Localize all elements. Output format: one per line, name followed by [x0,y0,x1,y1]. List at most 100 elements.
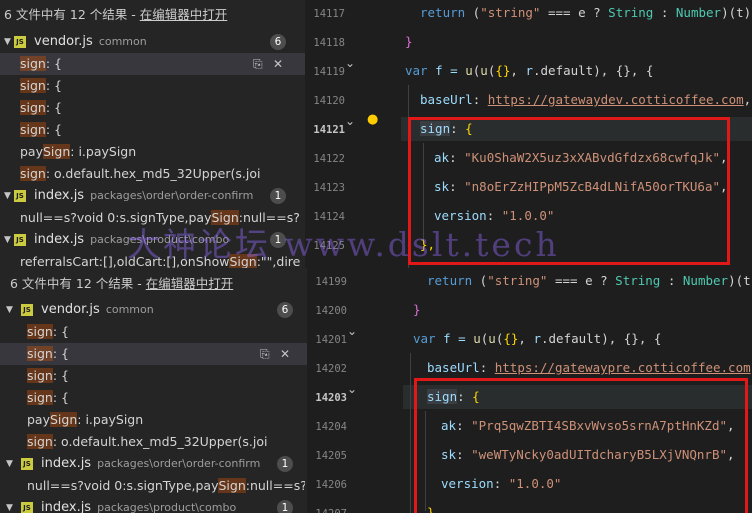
file-path: common [98,35,147,48]
line-number: 14118 [313,37,345,49]
file-row-combo[interactable]: ▼ JS index.js packages\product\combo 1 [0,497,307,513]
match-text: null==s?void 0:s.signType,paySign:null==… [20,210,300,225]
line-number: 14207 [307,508,347,513]
file-name: index.js packages\order\order-confirm [34,188,254,203]
line-number: 14125 [313,240,345,252]
search-summary-text: 6 文件中有 12 个结果 - [10,276,146,291]
search-summary: 6 文件中有 12 个结果 - 在编辑器中打开 [10,273,233,292]
match-row[interactable]: sign: { [0,119,305,141]
line-number-gutter: 14117 14118 14119 14120 14121 14122 14123 14124… [305,0,401,268]
chevron-down-icon[interactable]: ▼ [4,31,11,53]
match-text: sign: { [20,100,62,115]
match-text: sign: { [20,78,62,93]
line-number: 14205 [315,450,347,462]
match-text: referralsCart:[],oldCart:[],onShowSign:"… [20,254,300,268]
red-highlight-box [414,378,748,513]
code-editor[interactable]: 14117 14118 14119 14120 14121 14122 14123 14124… [305,0,752,268]
replace-copy-icon[interactable]: ⎘ [260,343,270,365]
match-row[interactable]: paySign: i.paySign [0,409,307,431]
file-row-order-confirm[interactable]: ▼ JS index.js packages\order\order-confir… [0,453,307,475]
match-row[interactable]: sign: { [0,387,307,409]
code-line: return ("string" === e ? String : Number… [427,273,752,288]
top-screenshot-panel: 6 文件中有 12 个结果 - 在编辑器中打开 ▼ JS vendor.js co… [0,0,752,268]
line-number: 14121 [313,124,345,136]
line-number: 14117 [313,8,345,20]
match-count-badge: 1 [277,456,293,472]
line-number: 14123 [313,182,345,194]
match-text: null==s?void 0:s.signType,paySign:null==… [27,478,305,493]
match-row[interactable]: sign: o.default.hex_md5_32Upper(s.join("… [0,163,305,185]
line-number: 14122 [313,153,345,165]
chevron-down-icon[interactable]: ▼ [6,497,13,513]
file-path: packages\order\order-confirm [90,189,254,202]
match-count-badge: 1 [270,232,286,248]
match-text: sign: o.default.hex_md5_32Upper(s.join("… [27,434,267,449]
match-count-badge: 1 [270,188,286,204]
js-file-icon: JS [14,36,26,48]
indent-guide [410,353,411,513]
match-row[interactable]: sign: { [0,97,305,119]
file-name: vendor.js common [34,34,147,49]
match-row[interactable]: sign: {⎘ ✕ [0,343,307,365]
fold-chevron-icon[interactable]: ⌄ [345,114,355,128]
match-text: paySign: i.paySign [20,144,137,159]
js-file-icon: JS [14,234,26,246]
chevron-down-icon[interactable]: ▼ [6,299,13,321]
search-summary: 6 文件中有 12 个结果 - 在编辑器中打开 [4,4,227,23]
file-row-vendor[interactable]: ▼ JS vendor.js common 6 [0,31,305,53]
match-row[interactable]: sign: { [0,365,307,387]
match-row[interactable]: sign: { [0,321,307,343]
file-row-order-confirm[interactable]: ▼ JS index.js packages\order\order-confir… [0,185,305,207]
file-row-combo[interactable]: ▼ JS index.js packages\product\combo 1 [0,229,305,251]
chevron-down-icon[interactable]: ▼ [6,453,13,475]
line-number: 14202 [315,363,347,375]
match-text: paySign: i.paySign [27,412,144,427]
match-text: sign: { [27,368,69,383]
match-row[interactable]: sign: { ⎘ ✕ [0,53,305,75]
match-text: sign: { [27,390,69,405]
file-path: common [105,303,154,316]
file-path: packages\product\combo [97,501,237,513]
file-name: index.js packages\order\order-confirm [41,456,261,471]
open-in-editor-link[interactable]: 在编辑器中打开 [146,276,234,291]
red-highlight-box [408,117,730,265]
match-row[interactable]: sign: { [0,75,305,97]
code-line: } [405,34,413,49]
match-text: sign: { [27,324,69,339]
file-row-vendor[interactable]: ▼ JS vendor.js common 6 [0,299,307,321]
replace-copy-icon[interactable]: ⎘ [253,53,263,75]
chevron-down-icon[interactable]: ▼ [4,229,11,251]
line-number: 14203 [315,392,347,404]
match-row[interactable]: referralsCart:[],oldCart:[],onShowSign:"… [0,251,305,268]
match-count-badge: 1 [277,500,293,513]
fold-chevron-icon[interactable]: ⌄ [347,324,357,338]
line-number: 14200 [315,305,347,317]
line-number: 14204 [315,421,347,433]
fold-chevron-icon[interactable]: ⌄ [345,56,355,70]
lightbulb-icon[interactable]: ● [367,112,378,127]
file-name: index.js packages\product\combo [41,500,237,513]
dismiss-close-icon[interactable]: ✕ [273,53,283,75]
match-row[interactable]: paySign: i.paySign [0,141,305,163]
code-editor[interactable]: 14199 14200 14201 14202 14203 14204 14205 14206… [307,268,752,513]
js-file-icon: JS [14,190,26,202]
open-in-editor-link[interactable]: 在编辑器中打开 [140,7,228,22]
match-row[interactable]: sign: o.default.hex_md5_32Upper(s.join("… [0,431,307,453]
line-number: 14199 [315,276,347,288]
code-line: } [413,302,421,317]
js-file-icon: JS [21,304,33,316]
fold-chevron-icon[interactable]: ⌄ [347,382,357,396]
search-results-pane: 6 文件中有 12 个结果 - 在编辑器中打开 ▼ JS vendor.js co… [0,0,305,268]
code-line: var f = u(u({}, r.default), {}, { [413,331,662,346]
match-row[interactable]: null==s?void 0:s.signType,paySign:null==… [0,207,305,229]
match-text: sign: { [20,122,62,137]
match-row[interactable]: null==s?void 0:s.signType,paySign:null==… [0,475,307,497]
line-number: 14201 [315,334,347,346]
file-name: vendor.js common [41,302,154,317]
chevron-down-icon[interactable]: ▼ [4,185,11,207]
dismiss-close-icon[interactable]: ✕ [280,343,290,365]
match-text: sign: { [20,56,62,71]
search-results-pane: 6 文件中有 12 个结果 - 在编辑器中打开 ▼ JS vendor.js co… [0,268,307,513]
match-count-badge: 6 [277,302,293,318]
file-path: packages\order\order-confirm [97,457,261,470]
